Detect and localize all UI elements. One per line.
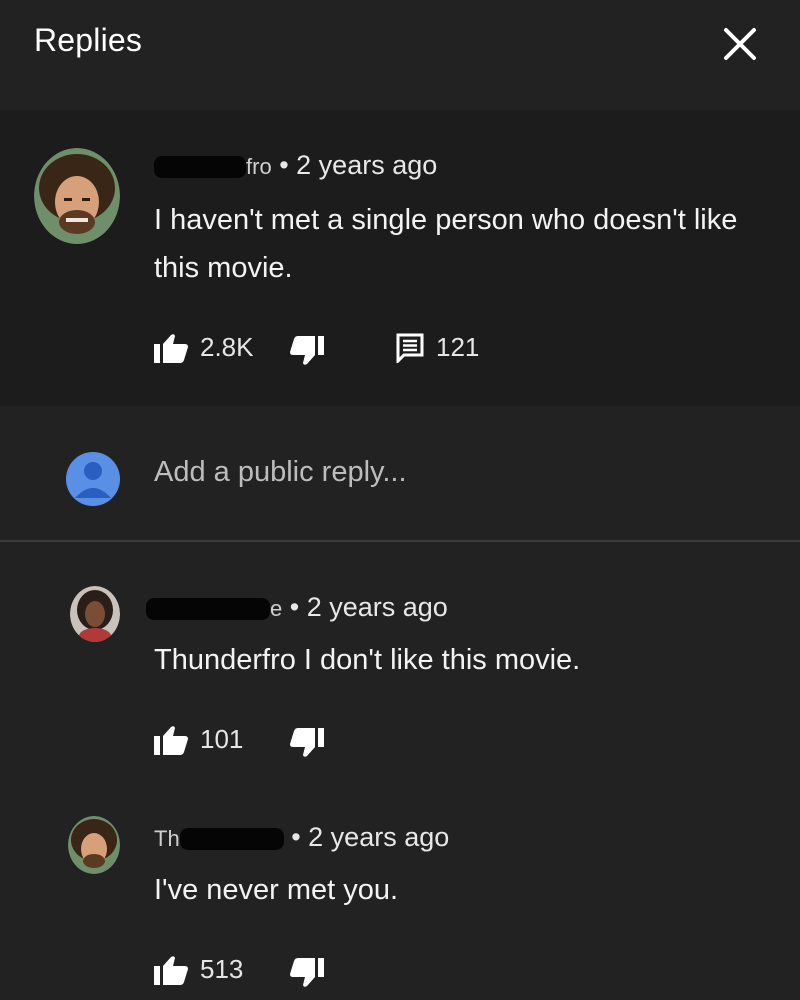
thumbs-up-icon (154, 955, 188, 985)
avatar[interactable] (34, 148, 120, 244)
reply-count-button[interactable]: 121 (396, 332, 479, 363)
thumbs-down-icon (290, 728, 324, 757)
author-name-fragment[interactable]: fro (246, 154, 272, 179)
like-button[interactable]: 101 (154, 724, 243, 755)
reply-input[interactable] (154, 456, 714, 489)
reply-composer (0, 406, 800, 542)
comment-text: I haven't met a single person who doesn'… (154, 196, 737, 292)
thumbs-up-icon (154, 725, 188, 755)
dislike-button[interactable] (290, 336, 324, 366)
like-count: 513 (200, 954, 244, 984)
user-avatar (66, 452, 120, 506)
redacted-username (154, 155, 246, 178)
comment-meta: Th • 2 years ago (154, 822, 449, 853)
author-name-fragment[interactable]: e (270, 596, 282, 621)
avatar[interactable] (70, 586, 120, 642)
like-button[interactable]: 2.8K (154, 332, 254, 363)
comment-icon (396, 333, 424, 363)
person-icon (75, 462, 111, 498)
comment-time: • 2 years ago (289, 592, 448, 622)
avatar[interactable] (68, 816, 120, 874)
replies-title: Replies (34, 22, 143, 58)
close-button[interactable] (720, 24, 760, 64)
reply-count: 121 (436, 332, 480, 362)
comment-text-line: this movie. (154, 252, 293, 284)
like-count: 101 (200, 724, 244, 754)
comment-meta: fro • 2 years ago (154, 150, 437, 181)
replies-header: Replies (0, 0, 800, 110)
main-comment: fro • 2 years ago I haven't met a single… (0, 110, 800, 406)
comment-text: Thunderfro I don't like this movie. (154, 644, 581, 676)
comment-meta: e • 2 years ago (146, 592, 448, 623)
author-name-fragment[interactable]: Th (154, 826, 180, 851)
thumbs-down-icon (290, 336, 324, 365)
redacted-username (146, 597, 270, 620)
comment-text: I've never met you. (154, 874, 399, 906)
comment-time: • 2 years ago (279, 150, 438, 180)
close-icon (724, 28, 756, 60)
thumbs-down-icon (290, 958, 324, 987)
like-count: 2.8K (200, 332, 254, 362)
comment-time: • 2 years ago (291, 822, 450, 852)
dislike-button[interactable] (290, 958, 324, 988)
redacted-username (179, 827, 284, 850)
like-button[interactable]: 513 (154, 954, 243, 985)
comment-text-line: I haven't met a single person who doesn'… (154, 204, 738, 236)
dislike-button[interactable] (290, 728, 324, 758)
thumbs-up-icon (154, 333, 188, 363)
